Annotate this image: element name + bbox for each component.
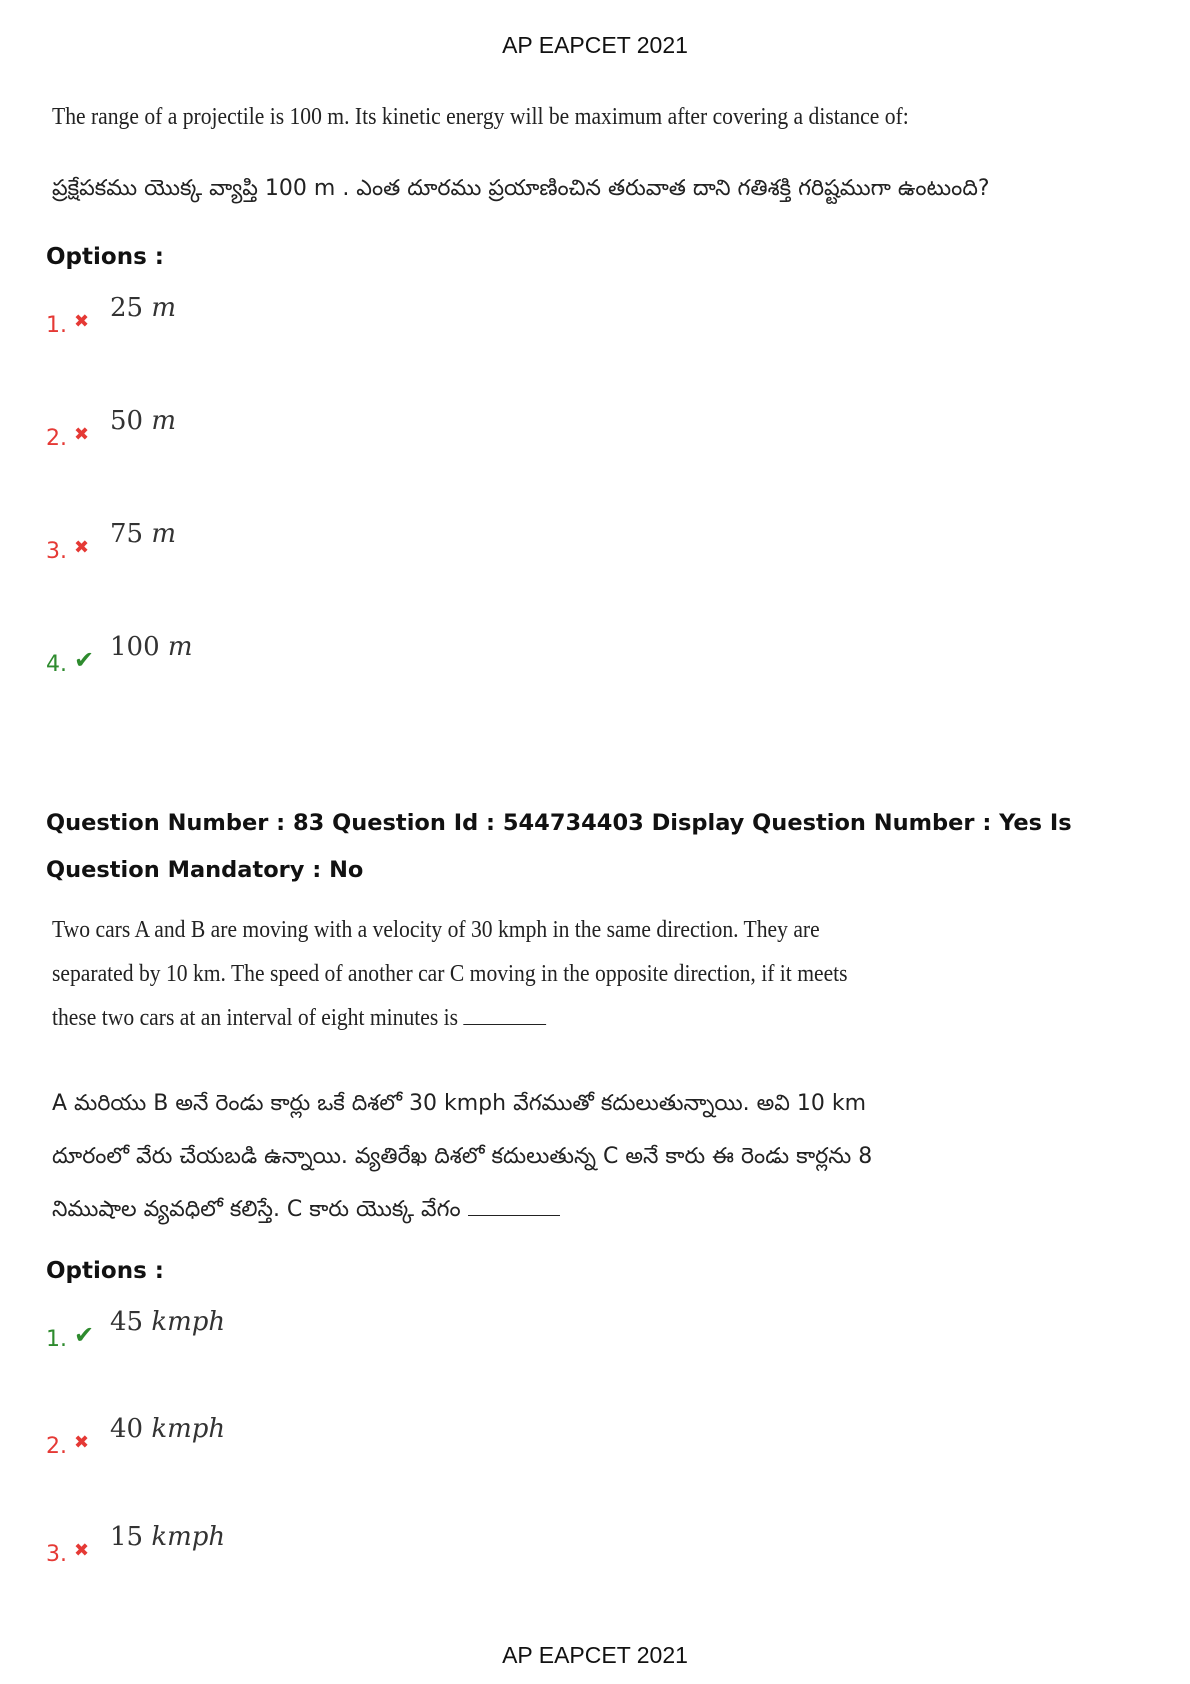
option-value: 75 m xyxy=(110,519,177,549)
question-line-telugu-2: దూరంలో వేరు చేయబడి ఉన్నాయి. వ్యతిరేఖ దిశ… xyxy=(52,1144,873,1169)
question-meta: Question Number : 83 Question Id : 54473… xyxy=(46,810,1072,883)
question-line-english-2: separated by 10 km. The speed of another… xyxy=(52,961,848,987)
question-line-telugu-3: నిముషాల వ్యవధిలో కలిస్తే. C కారు యొక్క వ… xyxy=(52,1197,560,1227)
question-line-telugu-1: A మరియు B అనే రెండు కార్లు ఒకే దిశలో 30 … xyxy=(52,1091,867,1116)
cross-icon: ✖ xyxy=(74,311,90,332)
option-number: 3. xyxy=(46,539,67,564)
option-number: 3. xyxy=(46,1542,67,1567)
page-header: AP EAPCET 2021 xyxy=(502,32,688,58)
options-label: Options : xyxy=(46,1258,164,1284)
option-number: 2. xyxy=(46,426,67,451)
option-value: 45 kmph xyxy=(110,1307,226,1337)
check-icon: ✔ xyxy=(74,1321,95,1349)
option-number: 2. xyxy=(46,1434,67,1459)
check-icon: ✔ xyxy=(74,646,95,674)
option-value: 15 kmph xyxy=(110,1522,226,1552)
cross-icon: ✖ xyxy=(74,424,90,445)
question-line-english-3: these two cars at an interval of eight m… xyxy=(52,1005,547,1032)
option-number: 1. xyxy=(46,313,67,338)
question-text-telugu: ప్రక్షేపకము యొక్క వ్యాప్తి 100 m . ఎంత ద… xyxy=(52,176,990,201)
cross-icon: ✖ xyxy=(74,1540,90,1561)
cross-icon: ✖ xyxy=(74,537,90,558)
option-value: 100 m xyxy=(110,632,193,662)
option-value: 40 kmph xyxy=(110,1414,226,1444)
option-value: 50 m xyxy=(110,406,177,436)
cross-icon: ✖ xyxy=(74,1432,90,1453)
page-footer: AP EAPCET 2021 xyxy=(502,1642,688,1668)
option-value: 25 m xyxy=(110,293,177,323)
answer-blank xyxy=(463,1006,547,1025)
option-number: 4. xyxy=(46,652,67,677)
question-text-english: The range of a projectile is 100 m. Its … xyxy=(52,104,909,130)
option-number: 1. xyxy=(46,1327,67,1352)
options-label: Options : xyxy=(46,244,164,270)
answer-blank xyxy=(467,1197,560,1216)
question-line-english-1: Two cars A and B are moving with a veloc… xyxy=(52,917,820,943)
